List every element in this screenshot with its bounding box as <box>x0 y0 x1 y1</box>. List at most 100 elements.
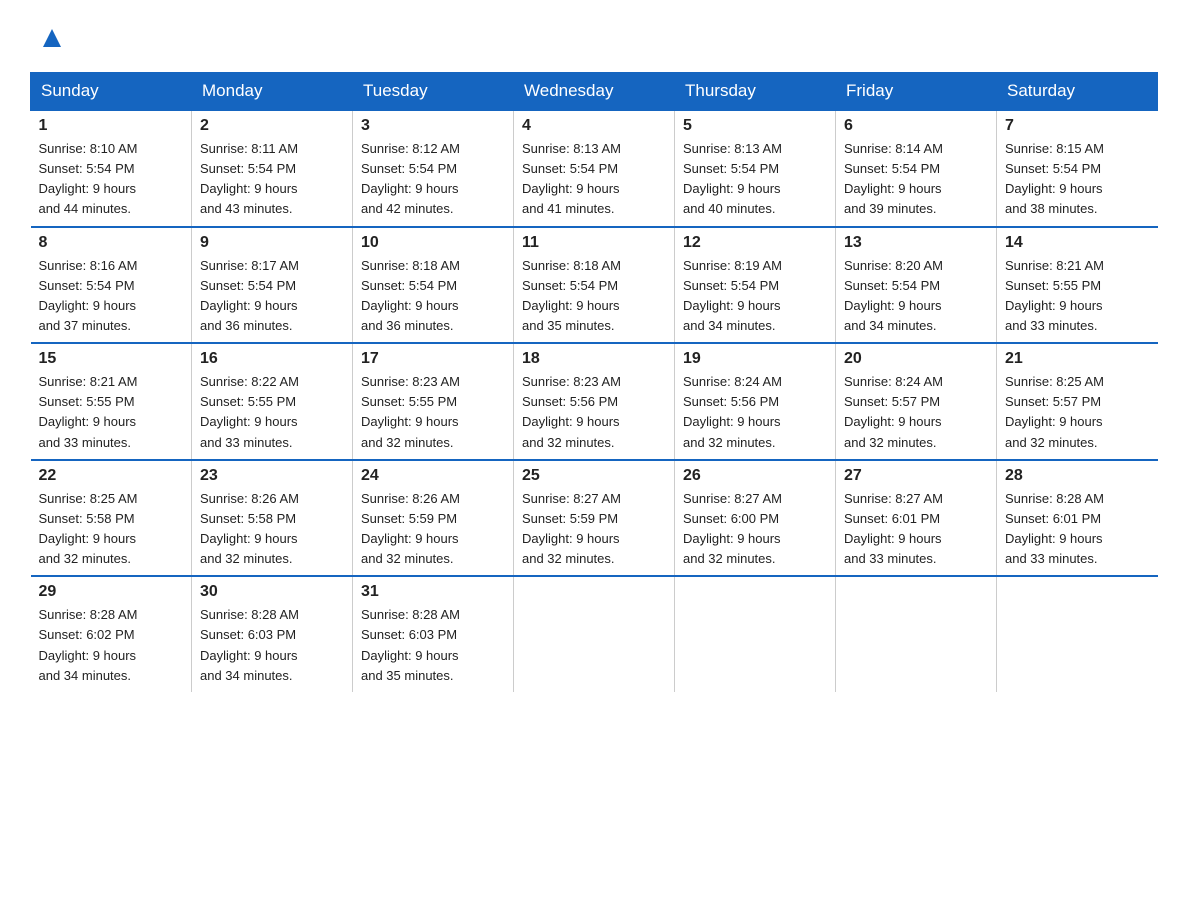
day-number: 22 <box>39 467 184 485</box>
day-number: 30 <box>200 583 344 601</box>
calendar-cell: 5 Sunrise: 8:13 AMSunset: 5:54 PMDaylight… <box>675 110 836 227</box>
day-info: Sunrise: 8:14 AMSunset: 5:54 PMDaylight:… <box>844 139 988 220</box>
day-info: Sunrise: 8:28 AMSunset: 6:01 PMDaylight:… <box>1005 489 1150 570</box>
calendar-cell: 11Sunrise: 8:18 AMSunset: 5:54 PMDayligh… <box>514 227 675 344</box>
day-number: 8 <box>39 234 184 252</box>
day-number: 6 <box>844 117 988 135</box>
day-number: 27 <box>844 467 988 485</box>
day-number: 23 <box>200 467 344 485</box>
calendar-header: SundayMondayTuesdayWednesdayThursdayFrid… <box>31 73 1158 111</box>
calendar-cell <box>836 576 997 692</box>
day-info: Sunrise: 8:17 AMSunset: 5:54 PMDaylight:… <box>200 256 344 337</box>
calendar-cell: 8 Sunrise: 8:16 AMSunset: 5:54 PMDaylight… <box>31 227 192 344</box>
week-row-1: 1 Sunrise: 8:10 AMSunset: 5:54 PMDaylight… <box>31 110 1158 227</box>
calendar-cell <box>514 576 675 692</box>
day-info: Sunrise: 8:25 AMSunset: 5:58 PMDaylight:… <box>39 489 184 570</box>
calendar-cell: 10Sunrise: 8:18 AMSunset: 5:54 PMDayligh… <box>353 227 514 344</box>
header-monday: Monday <box>192 73 353 111</box>
day-number: 11 <box>522 234 666 252</box>
day-info: Sunrise: 8:28 AMSunset: 6:03 PMDaylight:… <box>200 605 344 686</box>
calendar-cell: 2 Sunrise: 8:11 AMSunset: 5:54 PMDaylight… <box>192 110 353 227</box>
calendar-table: SundayMondayTuesdayWednesdayThursdayFrid… <box>30 72 1158 692</box>
header-saturday: Saturday <box>997 73 1158 111</box>
day-info: Sunrise: 8:24 AMSunset: 5:57 PMDaylight:… <box>844 372 988 453</box>
calendar-cell: 28 Sunrise: 8:28 AMSunset: 6:01 PMDayligh… <box>997 460 1158 577</box>
day-number: 24 <box>361 467 505 485</box>
day-info: Sunrise: 8:22 AMSunset: 5:55 PMDaylight:… <box>200 372 344 453</box>
calendar-cell: 6 Sunrise: 8:14 AMSunset: 5:54 PMDaylight… <box>836 110 997 227</box>
day-number: 2 <box>200 117 344 135</box>
day-info: Sunrise: 8:27 AMSunset: 6:01 PMDaylight:… <box>844 489 988 570</box>
calendar-cell <box>997 576 1158 692</box>
day-info: Sunrise: 8:13 AMSunset: 5:54 PMDaylight:… <box>522 139 666 220</box>
day-number: 28 <box>1005 467 1150 485</box>
calendar-cell: 22 Sunrise: 8:25 AMSunset: 5:58 PMDayligh… <box>31 460 192 577</box>
day-info: Sunrise: 8:25 AMSunset: 5:57 PMDaylight:… <box>1005 372 1150 453</box>
day-info: Sunrise: 8:21 AMSunset: 5:55 PMDaylight:… <box>39 372 184 453</box>
calendar-cell: 26Sunrise: 8:27 AMSunset: 6:00 PMDayligh… <box>675 460 836 577</box>
day-number: 13 <box>844 234 988 252</box>
page-header <box>30 20 1158 56</box>
calendar-cell: 25 Sunrise: 8:27 AMSunset: 5:59 PMDayligh… <box>514 460 675 577</box>
header-wednesday: Wednesday <box>514 73 675 111</box>
calendar-cell: 27 Sunrise: 8:27 AMSunset: 6:01 PMDayligh… <box>836 460 997 577</box>
day-info: Sunrise: 8:26 AMSunset: 5:59 PMDaylight:… <box>361 489 505 570</box>
week-row-4: 22 Sunrise: 8:25 AMSunset: 5:58 PMDayligh… <box>31 460 1158 577</box>
day-number: 16 <box>200 350 344 368</box>
calendar-cell: 17 Sunrise: 8:23 AMSunset: 5:55 PMDayligh… <box>353 343 514 460</box>
day-info: Sunrise: 8:10 AMSunset: 5:54 PMDaylight:… <box>39 139 184 220</box>
calendar-cell: 23 Sunrise: 8:26 AMSunset: 5:58 PMDayligh… <box>192 460 353 577</box>
day-number: 15 <box>39 350 184 368</box>
day-number: 1 <box>39 117 184 135</box>
day-number: 17 <box>361 350 505 368</box>
day-number: 21 <box>1005 350 1150 368</box>
day-number: 19 <box>683 350 827 368</box>
day-info: Sunrise: 8:20 AMSunset: 5:54 PMDaylight:… <box>844 256 988 337</box>
header-sunday: Sunday <box>31 73 192 111</box>
calendar-cell: 19 Sunrise: 8:24 AMSunset: 5:56 PMDayligh… <box>675 343 836 460</box>
calendar-cell: 31 Sunrise: 8:28 AMSunset: 6:03 PMDayligh… <box>353 576 514 692</box>
day-number: 31 <box>361 583 505 601</box>
day-info: Sunrise: 8:26 AMSunset: 5:58 PMDaylight:… <box>200 489 344 570</box>
calendar-cell: 18 Sunrise: 8:23 AMSunset: 5:56 PMDayligh… <box>514 343 675 460</box>
header-friday: Friday <box>836 73 997 111</box>
day-number: 25 <box>522 467 666 485</box>
day-info: Sunrise: 8:27 AMSunset: 6:00 PMDaylight:… <box>683 489 827 570</box>
day-info: Sunrise: 8:23 AMSunset: 5:55 PMDaylight:… <box>361 372 505 453</box>
calendar-cell: 12Sunrise: 8:19 AMSunset: 5:54 PMDayligh… <box>675 227 836 344</box>
day-number: 20 <box>844 350 988 368</box>
calendar-cell <box>675 576 836 692</box>
day-number: 14 <box>1005 234 1150 252</box>
day-info: Sunrise: 8:23 AMSunset: 5:56 PMDaylight:… <box>522 372 666 453</box>
calendar-cell: 16 Sunrise: 8:22 AMSunset: 5:55 PMDayligh… <box>192 343 353 460</box>
day-info: Sunrise: 8:15 AMSunset: 5:54 PMDaylight:… <box>1005 139 1150 220</box>
calendar-cell: 1 Sunrise: 8:10 AMSunset: 5:54 PMDaylight… <box>31 110 192 227</box>
header-row: SundayMondayTuesdayWednesdayThursdayFrid… <box>31 73 1158 111</box>
calendar-cell: 21 Sunrise: 8:25 AMSunset: 5:57 PMDayligh… <box>997 343 1158 460</box>
calendar-cell: 14Sunrise: 8:21 AMSunset: 5:55 PMDayligh… <box>997 227 1158 344</box>
day-number: 12 <box>683 234 827 252</box>
day-number: 3 <box>361 117 505 135</box>
logo <box>30 20 70 56</box>
calendar-cell: 20 Sunrise: 8:24 AMSunset: 5:57 PMDayligh… <box>836 343 997 460</box>
day-number: 5 <box>683 117 827 135</box>
calendar-cell: 7 Sunrise: 8:15 AMSunset: 5:54 PMDaylight… <box>997 110 1158 227</box>
day-number: 7 <box>1005 117 1150 135</box>
calendar-cell: 29Sunrise: 8:28 AMSunset: 6:02 PMDayligh… <box>31 576 192 692</box>
calendar-cell: 3Sunrise: 8:12 AMSunset: 5:54 PMDaylight… <box>353 110 514 227</box>
day-number: 29 <box>39 583 184 601</box>
day-info: Sunrise: 8:18 AMSunset: 5:54 PMDaylight:… <box>361 256 505 337</box>
day-number: 18 <box>522 350 666 368</box>
calendar-cell: 9Sunrise: 8:17 AMSunset: 5:54 PMDaylight… <box>192 227 353 344</box>
calendar-cell: 4Sunrise: 8:13 AMSunset: 5:54 PMDaylight… <box>514 110 675 227</box>
day-info: Sunrise: 8:11 AMSunset: 5:54 PMDaylight:… <box>200 139 344 220</box>
day-info: Sunrise: 8:28 AMSunset: 6:03 PMDaylight:… <box>361 605 505 686</box>
header-tuesday: Tuesday <box>353 73 514 111</box>
day-info: Sunrise: 8:24 AMSunset: 5:56 PMDaylight:… <box>683 372 827 453</box>
calendar-cell: 24 Sunrise: 8:26 AMSunset: 5:59 PMDayligh… <box>353 460 514 577</box>
calendar-cell: 13 Sunrise: 8:20 AMSunset: 5:54 PMDayligh… <box>836 227 997 344</box>
day-info: Sunrise: 8:27 AMSunset: 5:59 PMDaylight:… <box>522 489 666 570</box>
day-info: Sunrise: 8:16 AMSunset: 5:54 PMDaylight:… <box>39 256 184 337</box>
header-thursday: Thursday <box>675 73 836 111</box>
day-info: Sunrise: 8:13 AMSunset: 5:54 PMDaylight:… <box>683 139 827 220</box>
